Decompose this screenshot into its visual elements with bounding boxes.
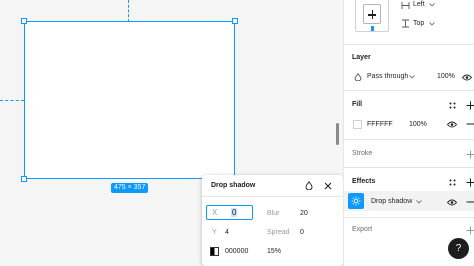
frame-size-badge: 475 × 357 (111, 183, 149, 193)
y-label: Y (212, 228, 217, 236)
grid-styles-icon[interactable] (446, 176, 458, 188)
export-section-title: Export (352, 226, 373, 233)
fill-color-swatch[interactable] (353, 120, 362, 129)
resize-handle-top-right[interactable] (232, 18, 238, 24)
add-stroke-icon[interactable] (464, 148, 474, 160)
vertical-constraint-value[interactable]: Top (413, 20, 424, 27)
grid-styles-icon[interactable] (446, 99, 458, 111)
fill-hex-value[interactable]: FFFFFF (367, 121, 393, 128)
blur-value[interactable]: 20 (300, 210, 308, 217)
blend-mode-value[interactable]: Pass through (367, 73, 408, 80)
resize-handle-bottom-left[interactable] (21, 176, 27, 182)
shadow-opacity-value[interactable]: 15% (267, 248, 281, 255)
eye-icon[interactable] (446, 118, 458, 130)
chevron-down-icon[interactable] (406, 71, 418, 83)
remove-fill-icon[interactable] (464, 118, 474, 130)
add-effect-icon[interactable] (464, 176, 474, 188)
sun-effect-icon[interactable] (348, 193, 364, 209)
divider (343, 217, 474, 218)
constraint-plus-icon-vertical (371, 10, 373, 19)
divider (343, 167, 474, 168)
x-label: X (212, 208, 218, 217)
horizontal-constraint-icon (399, 0, 411, 11)
add-export-icon[interactable] (464, 224, 474, 236)
selected-frame[interactable] (21, 18, 238, 182)
eye-icon[interactable] (446, 196, 458, 208)
shadow-spread-field[interactable]: Spread 0 (267, 225, 304, 239)
shadow-blur-field[interactable]: Blur 20 (267, 206, 308, 220)
horizontal-guide (0, 100, 24, 101)
shadow-color-field[interactable]: 000000 (210, 244, 248, 258)
chevron-down-icon[interactable] (426, 0, 438, 11)
blur-label: Blur (267, 209, 280, 217)
chevron-down-icon[interactable] (426, 18, 438, 30)
shadow-x-input[interactable]: X 0 (206, 205, 253, 220)
add-fill-icon[interactable] (464, 99, 474, 111)
remove-effect-icon[interactable] (464, 196, 474, 208)
canvas-scrollbar[interactable] (336, 123, 339, 145)
horizontal-constraint-value[interactable]: Left (413, 1, 425, 8)
x-value[interactable]: 0 (231, 208, 238, 217)
layer-opacity-value[interactable]: 100% (437, 73, 455, 80)
divider (343, 44, 474, 45)
y-value[interactable]: 4 (225, 229, 229, 236)
shadow-y-field[interactable]: Y 4 (212, 225, 229, 239)
shadow-color-swatch[interactable] (210, 246, 219, 256)
constraint-top-indicator (371, 26, 374, 31)
blend-mode-icon (352, 71, 364, 83)
popup-title: Drop shadow (211, 182, 256, 189)
water-drop-icon[interactable] (303, 180, 315, 192)
resize-handle-top-left[interactable] (21, 18, 27, 24)
effects-section-title: Effects (352, 178, 376, 185)
fill-section-title: Fill (352, 101, 363, 108)
spread-value[interactable]: 0 (300, 229, 304, 236)
eye-icon[interactable] (461, 71, 473, 83)
vertical-constraint-icon (399, 17, 411, 29)
layer-section-title: Layer (352, 54, 371, 61)
divider (343, 139, 474, 140)
stroke-section-title: Stroke (352, 150, 373, 157)
chevron-down-icon[interactable] (413, 196, 425, 208)
fill-opacity-value[interactable]: 100% (409, 121, 427, 128)
divider (343, 90, 474, 91)
spread-label: Spread (267, 228, 290, 236)
popup-header: Drop shadow (202, 175, 343, 197)
shadow-opacity-field[interactable]: 15% (267, 244, 281, 258)
help-button[interactable]: ? (448, 238, 469, 259)
close-icon[interactable] (322, 180, 334, 192)
vertical-guide (128, 0, 129, 22)
effect-type-label[interactable]: Drop shadow (371, 198, 412, 205)
shadow-color-hex[interactable]: 000000 (225, 248, 248, 255)
